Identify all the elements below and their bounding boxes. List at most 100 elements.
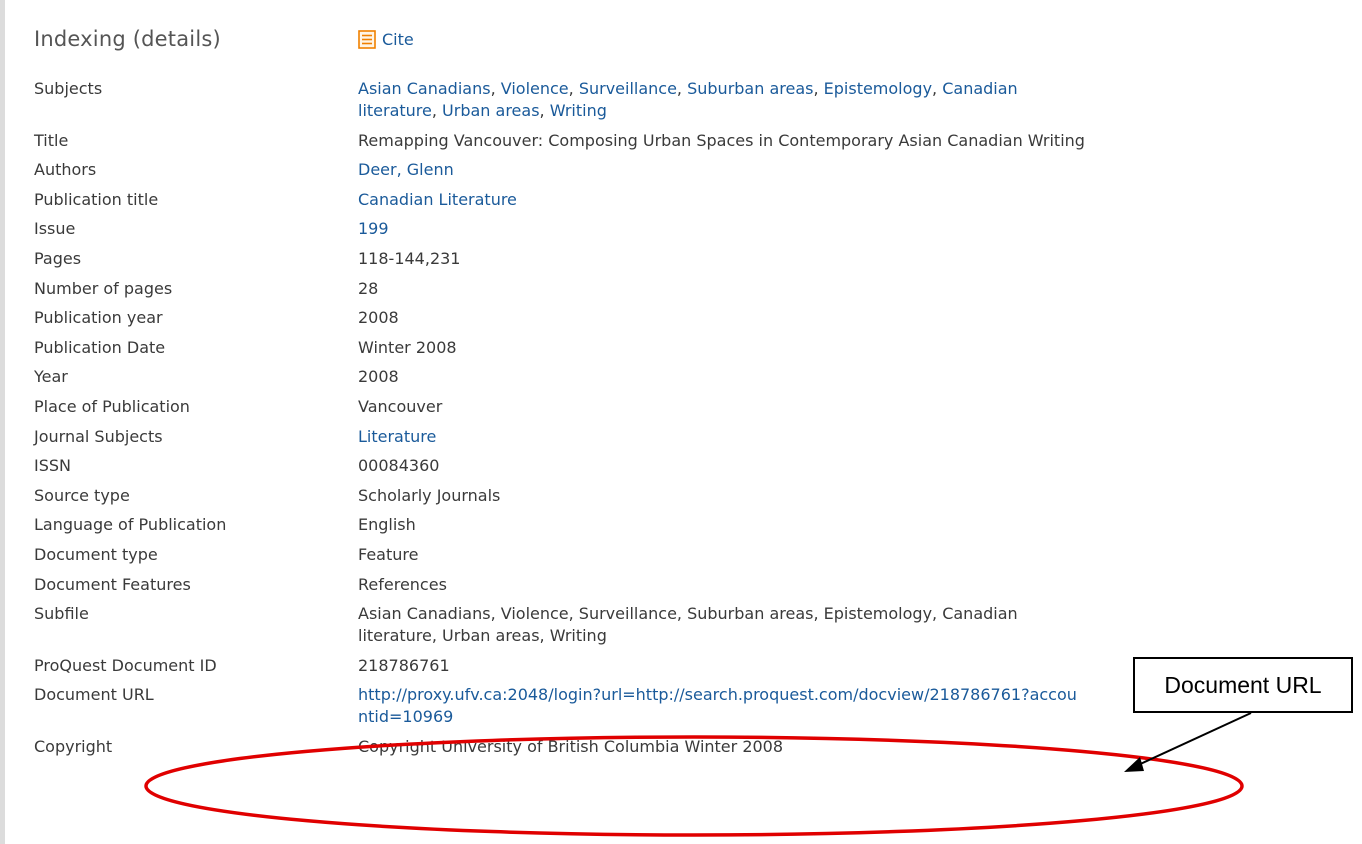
detail-value: Literature [358,426,1098,448]
detail-value-text: Vancouver [358,396,443,416]
detail-row: Pages 118-144,231 [34,248,1134,270]
indexing-header: Indexing (details) Cite [34,22,414,56]
cite-icon [358,29,376,49]
detail-value-text: 2008 [358,367,399,387]
cite-label[interactable]: Cite [382,30,414,49]
detail-value: Vancouver [358,396,1098,418]
detail-row: Number of pages 28 [34,278,1134,300]
detail-value: 2008 [358,366,1098,388]
detail-value: 00084360 [358,455,1098,477]
detail-row: Publication Date Winter 2008 [34,337,1134,359]
detail-value-text: Asian Canadians, Violence, Surveillance,… [358,604,1018,646]
detail-value: 199 [358,218,1098,240]
detail-value-link[interactable]: Deer, Glenn [358,160,454,179]
detail-label: Subfile [34,604,89,624]
indexing-details-list: Subjects Asian Canadians, Violence, Surv… [34,78,1134,765]
detail-value: Asian Canadians, Violence, Surveillance,… [358,603,1098,647]
detail-value-text: References [358,574,447,594]
detail-row: Publication year 2008 [34,307,1134,329]
detail-label: Document type [34,544,158,564]
separator: , [676,79,688,98]
detail-label: Year [34,367,68,387]
separator: , [932,79,943,98]
separator: , [539,101,550,120]
detail-label: Copyright [34,736,113,756]
detail-value: Feature [358,544,1098,566]
annotation-callout: Document URL [1133,657,1353,713]
detail-label: Publication year [34,308,163,328]
detail-value: English [358,514,1098,536]
detail-row: ISSN 00084360 [34,455,1134,477]
detail-label: Issue [34,219,76,239]
cite-link[interactable]: Cite [358,30,414,49]
detail-row: Language of Publication English [34,514,1134,536]
detail-label: Subjects [34,79,103,98]
detail-value-text: 2008 [358,308,399,328]
detail-value: 218786761 [358,655,1098,677]
detail-value-text: Winter 2008 [358,337,457,357]
separator: , [490,79,501,98]
left-border [0,0,5,844]
detail-value-text: 00084360 [358,456,440,476]
detail-row-subjects: Subjects Asian Canadians, Violence, Surv… [34,78,1134,122]
detail-row: Subfile Asian Canadians, Violence, Survei… [34,603,1134,647]
separator: , [813,79,824,98]
detail-value-link[interactable]: Canadian Literature [358,190,517,209]
detail-label: Place of Publication [34,396,190,416]
detail-value: 2008 [358,307,1098,329]
detail-label: Source type [34,485,130,505]
detail-value-link[interactable]: Literature [358,427,436,446]
detail-label: Title [34,130,69,150]
detail-row: Document type Feature [34,544,1134,566]
detail-row: Journal Subjects Literature [34,426,1134,448]
detail-label: ProQuest Document ID [34,655,217,675]
document-url-link[interactable]: http://proxy.ufv.ca:2048/login?url=http:… [358,685,1077,726]
annotation-arrow-line [1135,712,1252,767]
detail-value-text: Copyright University of British Columbia… [358,736,784,756]
subject-link[interactable]: Epistemology [824,79,932,98]
detail-value-text: Remapping Vancouver: Composing Urban Spa… [358,130,1085,150]
detail-value-text: English [358,515,416,535]
detail-label: Pages [34,248,82,268]
detail-row: Copyright Copyright University of British… [34,736,1134,758]
subjects-value: Asian Canadians, Violence, Surveillance,… [358,78,1098,122]
detail-row: Document Features References [34,574,1134,596]
separator: , [568,79,579,98]
detail-row: Authors Deer, Glenn [34,159,1134,181]
subject-link[interactable]: Surveillance [579,79,677,98]
detail-label: ISSN [34,456,71,476]
detail-value-text: 118-144,231 [358,248,461,268]
detail-value-text: 218786761 [358,655,450,675]
detail-row: Year 2008 [34,366,1134,388]
subject-link[interactable]: Urban areas [442,101,540,120]
detail-row: Source type Scholarly Journals [34,485,1134,507]
detail-value: Canadian Literature [358,189,1098,211]
detail-value-text: Feature [358,544,419,564]
separator: , [431,101,443,120]
detail-row: ProQuest Document ID 218786761 [34,655,1134,677]
detail-row: Title Remapping Vancouver: Composing Urba… [34,130,1134,152]
detail-value-link[interactable]: 199 [358,219,389,238]
detail-label: Authors [34,160,97,180]
detail-value: Remapping Vancouver: Composing Urban Spa… [358,130,1098,152]
detail-value: References [358,574,1098,596]
detail-label: Publication title [34,189,159,209]
detail-label: Language of Publication [34,515,227,535]
subject-link[interactable]: Asian Canadians [358,79,491,98]
detail-label: Publication Date [34,337,166,357]
detail-value: Scholarly Journals [358,485,1098,507]
subject-link[interactable]: Writing [550,101,607,120]
detail-value: http://proxy.ufv.ca:2048/login?url=http:… [358,684,1086,728]
detail-value-text: 28 [358,278,379,298]
detail-value: Deer, Glenn [358,159,1098,181]
detail-label: Journal Subjects [34,426,163,446]
detail-row: Publication title Canadian Literature [34,189,1134,211]
detail-value: Winter 2008 [358,337,1098,359]
subject-link[interactable]: Suburban areas [687,79,813,98]
detail-value: Copyright University of British Columbia… [358,736,1098,758]
detail-label: Document URL [34,685,154,705]
detail-label: Number of pages [34,278,173,298]
detail-row: Place of Publication Vancouver [34,396,1134,418]
subject-link[interactable]: Violence [501,79,569,98]
detail-value: 118-144,231 [358,248,1098,270]
